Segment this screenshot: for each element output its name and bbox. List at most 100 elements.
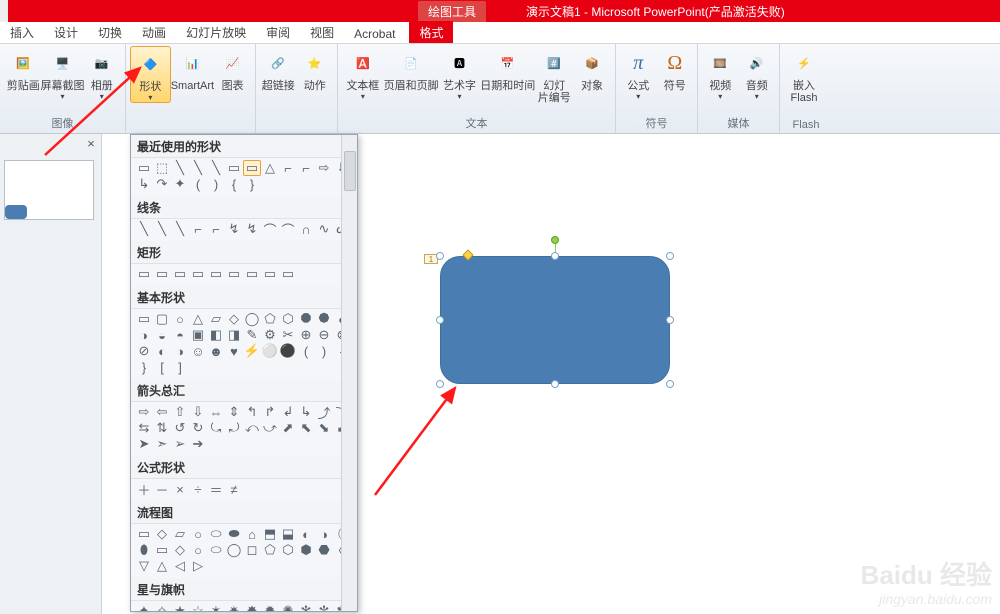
shape-swatch[interactable]: ▭ xyxy=(225,266,243,282)
hyperlink-button[interactable]: 🔗超链接 xyxy=(260,46,297,92)
tab-acrobat[interactable]: Acrobat xyxy=(344,24,405,43)
shape-swatch[interactable]: ⇕ xyxy=(225,404,243,420)
shape-swatch[interactable]: ▭ xyxy=(243,266,261,282)
shape-swatch[interactable]: ✻ xyxy=(297,603,315,612)
shape-swatch[interactable]: [ xyxy=(153,359,171,375)
shape-swatch[interactable]: ➤ xyxy=(135,436,153,452)
wordart-button[interactable]: 🅰艺术字▾ xyxy=(439,46,481,101)
shape-swatch[interactable]: ⬭ xyxy=(207,526,225,542)
shape-swatch[interactable]: ↳ xyxy=(297,404,315,420)
shape-swatch[interactable]: ↳ xyxy=(135,176,153,192)
shape-swatch[interactable]: ╲ xyxy=(207,160,225,176)
shape-swatch[interactable]: ↺ xyxy=(171,420,189,436)
shape-swatch[interactable]: ╲ xyxy=(171,221,189,237)
smartart-button[interactable]: 📊SmartArt xyxy=(171,46,214,92)
shape-swatch[interactable]: ＋ xyxy=(135,481,153,497)
shape-swatch[interactable]: ╲ xyxy=(171,160,189,176)
shape-swatch[interactable]: ○ xyxy=(189,542,207,558)
shape-swatch[interactable]: ( xyxy=(189,176,207,192)
tab-animations[interactable]: 动画 xyxy=(132,21,176,43)
shape-swatch[interactable]: ⬉ xyxy=(297,420,315,436)
shape-swatch[interactable]: ◐ xyxy=(153,343,171,359)
shape-swatch[interactable]: ⯃ xyxy=(297,311,315,327)
shapes-gallery[interactable]: 最近使用的形状 ▭⬚╲╲╲▭▭△⌐⌐⇨⇩↳↷✦(){} 线条 ╲╲╲⌐⌐↯↯⌒⌒… xyxy=(130,134,358,612)
shape-swatch[interactable]: ⌐ xyxy=(207,221,225,237)
shape-swatch[interactable]: ⬡ xyxy=(279,542,297,558)
shape-swatch[interactable]: ⬢ xyxy=(297,542,315,558)
shape-swatch[interactable]: ↲ xyxy=(279,404,297,420)
shape-swatch[interactable]: ⊘ xyxy=(135,343,153,359)
shape-swatch[interactable]: ✹ xyxy=(261,603,279,612)
shape-swatch[interactable]: ▭ xyxy=(153,542,171,558)
flash-button[interactable]: ⚡嵌入 Flash xyxy=(784,46,824,104)
shape-swatch[interactable]: ☻ xyxy=(207,343,225,359)
shape-swatch[interactable]: ◯ xyxy=(243,311,261,327)
tab-slideshow[interactable]: 幻灯片放映 xyxy=(176,21,256,43)
shape-swatch[interactable]: ⬊ xyxy=(315,420,333,436)
shape-swatch[interactable]: ▭ xyxy=(279,266,297,282)
shape-swatch[interactable]: ⤴ xyxy=(315,404,333,420)
shape-swatch[interactable]: ◇ xyxy=(153,526,171,542)
shape-swatch[interactable]: ◇ xyxy=(225,311,243,327)
shape-swatch[interactable]: ◓ xyxy=(171,327,189,343)
screenshot-button[interactable]: 🖥️屏幕截图▾ xyxy=(43,46,83,101)
shape-swatch[interactable]: ▭ xyxy=(153,266,171,282)
shape-swatch[interactable]: ✂ xyxy=(279,327,297,343)
shape-swatch[interactable]: ↷ xyxy=(153,176,171,192)
shape-swatch[interactable]: ✷ xyxy=(225,603,243,612)
rotation-handle[interactable] xyxy=(551,236,559,244)
shape-swatch[interactable]: ⬠ xyxy=(261,311,279,327)
shape-swatch[interactable]: ↰ xyxy=(243,404,261,420)
resize-handle-t[interactable] xyxy=(551,252,559,260)
shape-swatch[interactable]: ( xyxy=(297,343,315,359)
shape-swatch[interactable]: ◑ xyxy=(315,526,333,542)
shape-swatch[interactable]: ) xyxy=(315,343,333,359)
shape-swatch[interactable]: ◑ xyxy=(171,343,189,359)
shape-swatch[interactable]: ↯ xyxy=(243,221,261,237)
shape-swatch[interactable]: ▭ xyxy=(189,266,207,282)
shape-swatch[interactable]: ⬒ xyxy=(261,526,279,542)
shape-swatch[interactable]: ⌐ xyxy=(279,160,297,176)
shape-swatch[interactable]: ⌐ xyxy=(297,160,315,176)
shape-swatch[interactable]: ⬈ xyxy=(279,420,297,436)
resize-handle-r[interactable] xyxy=(666,316,674,324)
shape-swatch[interactable]: ▭ xyxy=(225,160,243,176)
shape-swatch[interactable]: ○ xyxy=(189,526,207,542)
shape-swatch[interactable]: ▭ xyxy=(171,266,189,282)
tab-insert[interactable]: 插入 xyxy=(0,21,44,43)
clipart-button[interactable]: 🖼️剪贴画 xyxy=(4,46,43,92)
shape-swatch[interactable]: ╲ xyxy=(189,160,207,176)
shape-swatch[interactable]: ⚡ xyxy=(243,343,261,359)
photoalbum-button[interactable]: 📷相册▾ xyxy=(83,46,122,101)
shape-swatch[interactable]: ⇆ xyxy=(135,420,153,436)
shape-swatch[interactable]: ⌒ xyxy=(261,221,279,237)
shape-swatch[interactable]: ★ xyxy=(171,603,189,612)
shape-swatch[interactable]: ◐ xyxy=(297,526,315,542)
shape-swatch[interactable]: ⊖ xyxy=(315,327,333,343)
slide-thumbnail-1[interactable] xyxy=(4,160,94,220)
shape-swatch[interactable]: ▱ xyxy=(171,526,189,542)
shape-swatch[interactable]: △ xyxy=(189,311,207,327)
close-pane-button[interactable]: × xyxy=(83,136,99,152)
shape-swatch[interactable]: ☆ xyxy=(189,603,207,612)
shapes-button[interactable]: 🔷形状▾ xyxy=(130,46,171,103)
shape-swatch[interactable]: ◧ xyxy=(207,327,225,343)
shape-swatch[interactable]: ⬮ xyxy=(135,542,153,558)
shape-swatch[interactable]: ⇨ xyxy=(135,404,153,420)
shape-swatch[interactable]: △ xyxy=(261,160,279,176)
shape-swatch[interactable]: ✎ xyxy=(243,327,261,343)
shape-swatch[interactable]: ⤿ xyxy=(207,420,225,436)
resize-handle-tl[interactable] xyxy=(436,252,444,260)
headerfooter-button[interactable]: 📄页眉和页脚 xyxy=(384,46,439,92)
shape-swatch[interactable]: ⇩ xyxy=(189,404,207,420)
resize-handle-br[interactable] xyxy=(666,380,674,388)
tab-format[interactable]: 格式 xyxy=(409,21,453,43)
shape-swatch[interactable]: ⤺ xyxy=(243,420,261,436)
shape-swatch[interactable]: ▭ xyxy=(243,160,261,176)
shape-swatch[interactable]: ▭ xyxy=(135,266,153,282)
shape-swatch[interactable]: ∩ xyxy=(297,221,315,237)
shape-swatch[interactable]: ◒ xyxy=(153,327,171,343)
shape-swatch[interactable]: ⌂ xyxy=(243,526,261,542)
shape-swatch[interactable]: ⬣ xyxy=(315,542,333,558)
shape-swatch[interactable]: ⇨ xyxy=(315,160,333,176)
